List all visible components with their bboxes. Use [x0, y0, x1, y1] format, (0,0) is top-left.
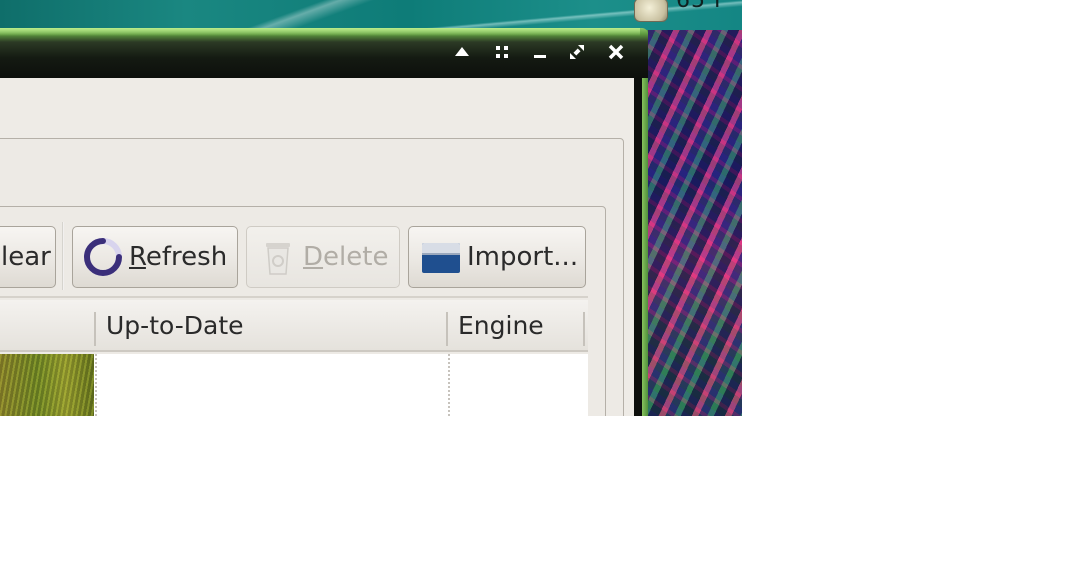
delete-button-label: elete	[323, 242, 389, 272]
cell-divider	[448, 354, 450, 416]
minimize-icon[interactable]	[530, 42, 550, 62]
shade-up-icon[interactable]	[452, 42, 472, 62]
clear-button[interactable]: lear	[0, 226, 56, 288]
column-header-up-to-date-label: Up-to-Date	[106, 310, 244, 340]
close-icon[interactable]	[606, 42, 626, 62]
cell-divider	[95, 354, 97, 416]
toolbar-separator	[62, 222, 64, 290]
refresh-icon	[81, 235, 125, 279]
desktop-wallpaper-right	[640, 30, 742, 416]
refresh-button-label: efresh	[145, 242, 228, 272]
import-button-label: Import...	[467, 242, 579, 272]
window-border-glow	[0, 28, 640, 36]
column-header-engine-label: Engine	[458, 310, 544, 340]
trash-icon	[261, 237, 295, 277]
tray-weather-icon[interactable]	[634, 0, 668, 22]
import-icon	[419, 237, 463, 277]
maximize-icon[interactable]	[567, 42, 587, 62]
column-header-up-to-date[interactable]: Up-to-Date	[96, 300, 448, 352]
refresh-mnemonic: R	[129, 242, 146, 272]
delete-mnemonic: D	[303, 242, 324, 272]
column-header-engine[interactable]: Engine	[448, 300, 588, 352]
clear-button-label: lear	[1, 242, 51, 272]
table-top-border	[0, 296, 588, 298]
delete-button[interactable]: Delete	[246, 226, 400, 288]
grip-icon[interactable]	[492, 42, 512, 62]
column-header-preview[interactable]	[0, 300, 96, 352]
window-border-right	[634, 78, 642, 416]
column-divider[interactable]	[583, 312, 585, 346]
refresh-button[interactable]: Refresh	[72, 226, 238, 288]
table-row-thumbnail[interactable]	[0, 354, 94, 416]
table-row[interactable]	[94, 354, 588, 416]
tray-temperature: 65 F	[676, 0, 728, 13]
import-button[interactable]: Import...	[408, 226, 586, 288]
